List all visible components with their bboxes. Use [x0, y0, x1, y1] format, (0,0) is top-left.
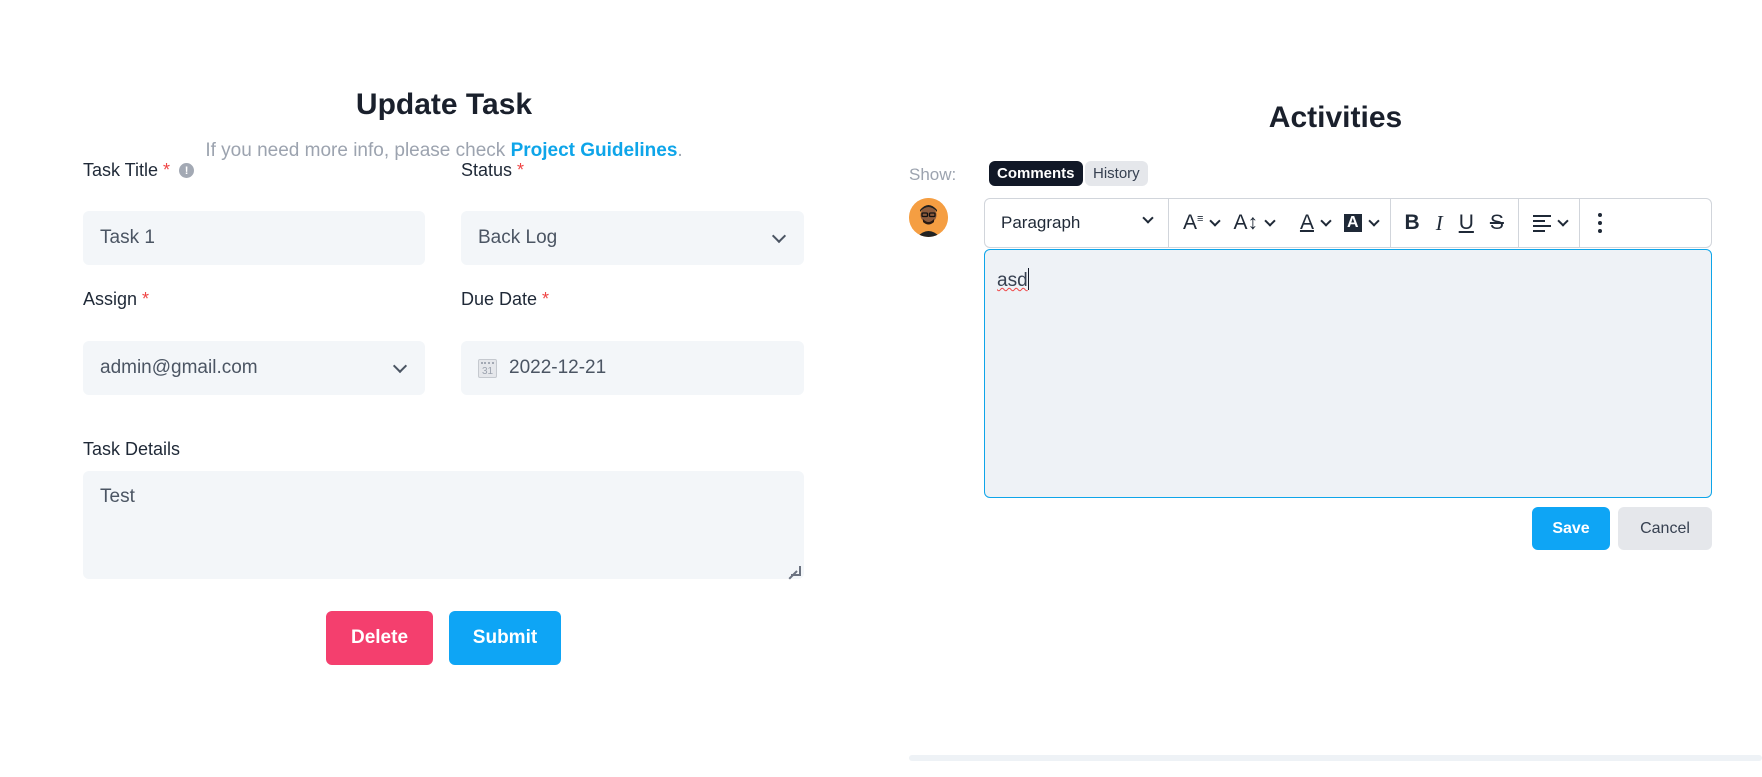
line-height-icon: A — [1233, 211, 1248, 234]
status-label: Status * — [461, 160, 524, 181]
page-subtitle: If you need more info, please check Proj… — [83, 140, 805, 162]
assign-value: admin@gmail.com — [100, 357, 258, 378]
user-avatar-icon — [909, 198, 948, 237]
chevron-down-icon — [1142, 212, 1154, 224]
strikethrough-icon[interactable]: S — [1482, 199, 1512, 247]
task-details-value: Test — [100, 486, 135, 507]
task-title-label: Task Title * ! — [83, 160, 195, 181]
text-caret — [1027, 268, 1029, 290]
font-color-icon: A — [1299, 211, 1314, 234]
italic-icon[interactable]: I — [1428, 199, 1451, 247]
tab-comments[interactable]: Comments — [989, 161, 1083, 186]
required-mark: * — [517, 160, 525, 180]
highlight-icon: A — [1343, 214, 1362, 232]
chevron-down-icon — [1320, 214, 1332, 227]
subtitle-text: If you need more info, please check — [205, 140, 511, 161]
status-value: Back Log — [478, 227, 558, 248]
due-date-label: Due Date * — [461, 289, 549, 310]
task-title-input[interactable]: Task 1 — [83, 211, 425, 265]
highlight-button[interactable]: A — [1336, 199, 1384, 247]
calendar-icon[interactable]: 31 — [478, 358, 497, 378]
font-size-button[interactable]: A ≡ — [1175, 199, 1225, 247]
tab-history[interactable]: History — [1085, 161, 1148, 186]
size-group: A ≡ A ↕ — [1169, 199, 1286, 247]
delete-button[interactable]: Delete — [326, 611, 433, 665]
block-format-select[interactable]: Paragraph — [985, 199, 1169, 247]
page-title: Update Task — [355, 88, 533, 121]
due-date-input[interactable]: 31 2022-12-21 — [461, 341, 804, 395]
project-guidelines-link[interactable]: Project Guidelines — [511, 140, 678, 161]
chevron-down-icon — [771, 228, 787, 244]
underline-icon[interactable]: U — [1451, 199, 1482, 247]
editor-toolbar: Paragraph A ≡ A ↕ A A B I U S — [984, 198, 1712, 248]
status-label-text: Status — [461, 160, 513, 180]
horizontal-scrollbar[interactable] — [909, 755, 1762, 761]
task-details-textarea[interactable]: Test — [83, 471, 804, 579]
info-icon[interactable]: ! — [179, 163, 195, 178]
comment-editor[interactable]: asd — [984, 249, 1712, 498]
chevron-down-icon — [1557, 214, 1569, 227]
due-date-value: 2022-12-21 — [509, 357, 607, 378]
submit-button[interactable]: Submit — [449, 611, 561, 665]
font-color-button[interactable]: A — [1292, 199, 1336, 247]
task-details-label: Task Details — [83, 439, 180, 460]
due-date-label-text: Due Date — [461, 289, 538, 309]
subtitle-suffix: . — [677, 140, 683, 161]
cancel-button[interactable]: Cancel — [1618, 507, 1712, 550]
task-title-value: Task 1 — [100, 227, 155, 248]
style-group: B I U S — [1391, 199, 1519, 247]
show-label: Show: — [909, 165, 957, 184]
font-size-icon: A — [1183, 211, 1198, 234]
color-group: A A — [1286, 199, 1391, 247]
chevron-down-icon — [1367, 214, 1380, 227]
resize-handle-icon[interactable] — [791, 566, 801, 576]
activities-title: Activities — [1268, 101, 1403, 134]
more-icon[interactable] — [1580, 213, 1620, 233]
chevron-down-icon — [1264, 214, 1276, 227]
align-icon — [1532, 214, 1551, 232]
align-group — [1519, 199, 1580, 247]
chevron-down-icon — [392, 358, 408, 374]
assign-select[interactable]: admin@gmail.com — [83, 341, 425, 395]
assign-label: Assign * — [83, 289, 149, 310]
task-details-label-text: Task Details — [83, 439, 181, 459]
block-format-value: Paragraph — [1001, 213, 1081, 232]
editor-content: asd — [997, 270, 1028, 291]
required-mark: * — [142, 289, 150, 309]
required-mark: * — [542, 289, 550, 309]
status-select[interactable]: Back Log — [461, 211, 804, 265]
chevron-down-icon — [1209, 214, 1222, 227]
align-button[interactable] — [1525, 199, 1573, 247]
assign-label-text: Assign — [83, 289, 138, 309]
save-button[interactable]: Save — [1532, 507, 1610, 550]
line-height-button[interactable]: A ↕ — [1225, 199, 1280, 247]
bold-icon[interactable]: B — [1397, 199, 1428, 247]
task-title-label-text: Task Title — [83, 160, 159, 180]
required-mark: * — [163, 160, 171, 180]
avatar — [909, 198, 948, 237]
